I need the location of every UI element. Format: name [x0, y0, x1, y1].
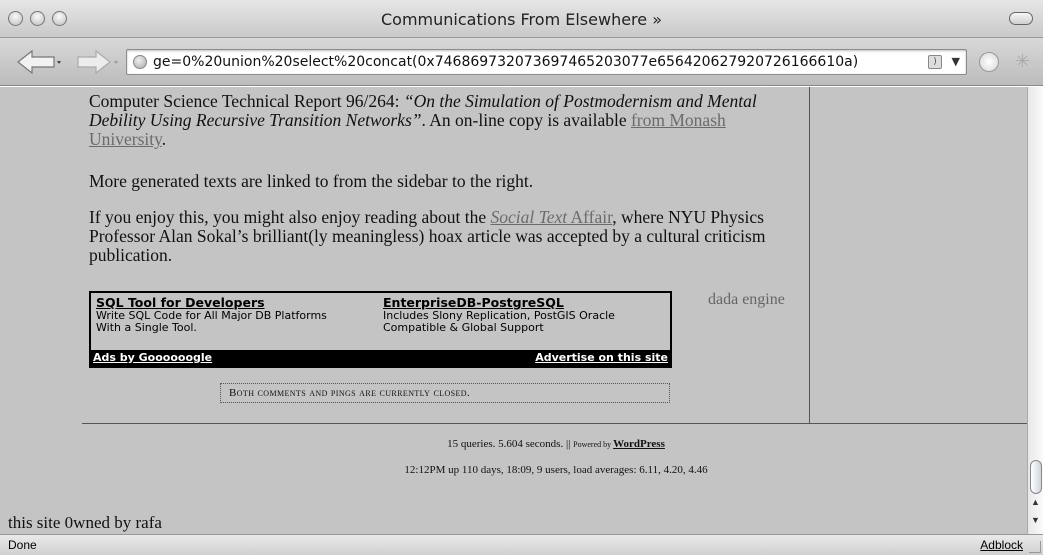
google-ads-box: SQL Tool for Developers Write SQL Code f… — [89, 291, 672, 368]
page-content: Computer Science Technical Report 96/264… — [0, 87, 1027, 534]
scrollbar-thumb[interactable] — [1030, 460, 1042, 494]
ad-text: Compatible & Global Support — [383, 321, 544, 334]
dropdown-icon[interactable]: ▼ — [952, 50, 960, 74]
status-text: Done — [8, 538, 37, 552]
ads-footer: Ads by Goooooogle Advertise on this site — [91, 350, 670, 366]
spinner-icon: ✳ — [1015, 51, 1031, 71]
footer-divider — [82, 423, 1027, 424]
adblock-button[interactable]: Adblock — [980, 535, 1023, 555]
ad-sql-tool[interactable]: SQL Tool for Developers Write SQL Code f… — [96, 296, 327, 334]
powered-by: Powered by — [573, 440, 614, 449]
resize-grip-icon[interactable] — [1029, 541, 1041, 553]
navigation-toolbar: ge=0%20union%20select%20concat(0x7468697… — [0, 38, 1043, 86]
status-bar: Done Adblock — [0, 534, 1043, 555]
ads-by-google-link[interactable]: Ads by Goooooogle — [93, 350, 212, 366]
ad-title[interactable]: SQL Tool for Developers — [96, 296, 327, 309]
dada-engine-link[interactable]: dada engine — [708, 291, 785, 309]
social-text-link[interactable]: Social Text Affair — [490, 207, 612, 227]
advertise-link[interactable]: Advertise on this site — [535, 350, 668, 366]
report-suffix: . An on-line copy is available — [421, 110, 631, 130]
rss-icon[interactable]: ) — [928, 55, 942, 69]
address-bar[interactable]: ge=0%20union%20select%20concat(0x7468697… — [126, 49, 967, 75]
title-bar: Communications From Elsewhere » — [0, 0, 1043, 38]
forward-arrow-icon — [77, 49, 118, 75]
query-stats: 15 queries. 5.604 seconds. || Powered by… — [0, 438, 1027, 450]
sokal-prefix: If you enjoy this, you might also enjoy … — [89, 207, 491, 227]
wordpress-link[interactable]: WordPress — [613, 438, 665, 450]
address-bar-url: ge=0%20union%20select%20concat(0x7468697… — [153, 54, 859, 70]
article-paragraph-sokal: If you enjoy this, you might also enjoy … — [89, 208, 804, 265]
report-prefix: Computer Science Technical Report 96/264… — [89, 91, 404, 111]
uptime-stats: 12:12PM up 110 days, 18:09, 9 users, loa… — [404, 464, 708, 476]
back-arrow-icon — [17, 49, 61, 75]
toolbar-toggle-button[interactable] — [1009, 12, 1033, 25]
window-title: Communications From Elsewhere » — [380, 10, 662, 29]
back-button[interactable] — [14, 48, 62, 76]
ad-title[interactable]: EnterpriseDB-PostgreSQL — [383, 296, 615, 309]
vertical-scrollbar[interactable]: ▲ ▼ — [1027, 87, 1043, 534]
scroll-down-arrow-icon[interactable]: ▼ — [1031, 515, 1040, 525]
social-text-link-italic: Social Text — [490, 207, 568, 227]
social-text-link-rest: Affair — [567, 207, 613, 227]
comments-closed-notice: Both comments and pings are currently cl… — [220, 383, 670, 403]
article-paragraph-generated: More generated texts are linked to from … — [89, 171, 534, 191]
injected-text: this site 0wned by rafa — [8, 513, 162, 532]
forward-button[interactable] — [76, 48, 120, 76]
globe-icon — [133, 55, 147, 69]
article-paragraph-report: Computer Science Technical Report 96/264… — [89, 92, 804, 149]
scroll-up-arrow-icon[interactable]: ▲ — [1031, 497, 1040, 507]
query-count: 15 queries. 5.604 seconds. || — [447, 438, 574, 450]
report-end: . — [161, 129, 167, 149]
stop-icon[interactable] — [979, 52, 999, 72]
ad-text: With a Single Tool. — [96, 321, 197, 334]
ad-enterprisedb[interactable]: EnterpriseDB-PostgreSQL Includes Slony R… — [383, 296, 615, 334]
sidebar-divider — [809, 87, 810, 424]
